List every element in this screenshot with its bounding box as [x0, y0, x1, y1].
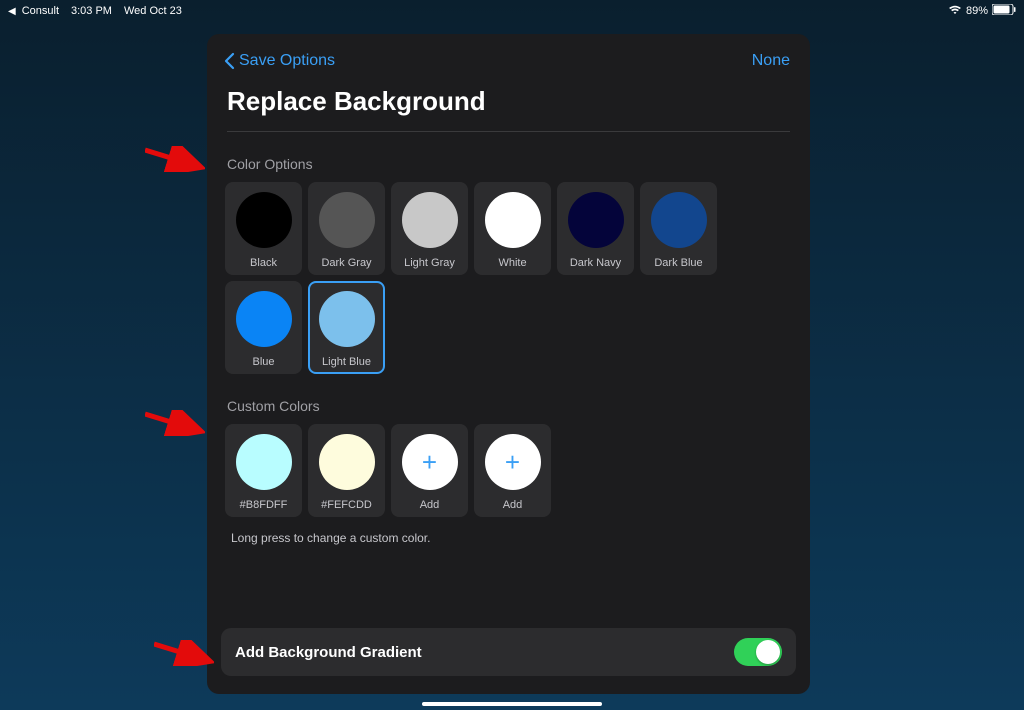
swatch-label: Add: [503, 499, 523, 511]
chevron-left-icon: [223, 52, 235, 70]
swatch-circle: [319, 192, 375, 248]
color-swatch-light-blue[interactable]: Light Blue: [308, 281, 385, 374]
swatch-circle: [236, 291, 292, 347]
swatch-label: Dark Blue: [654, 257, 702, 269]
color-swatch-white[interactable]: White: [474, 182, 551, 275]
plus-icon: +: [485, 434, 541, 490]
swatch-label: Dark Gray: [321, 257, 371, 269]
status-time: 3:03 PM: [71, 5, 112, 17]
swatch-circle: [568, 192, 624, 248]
swatch-label: Light Gray: [404, 257, 455, 269]
add-custom-color[interactable]: + Add: [391, 424, 468, 517]
status-battery-pct: 89%: [966, 5, 988, 17]
color-options-label: Color Options: [207, 132, 810, 182]
swatch-circle: [651, 192, 707, 248]
custom-swatch-0[interactable]: #B8FDFF: [225, 424, 302, 517]
back-caret-icon: ◀: [8, 6, 16, 17]
status-date: Wed Oct 23: [124, 5, 182, 17]
settings-panel: Save Options None Replace Background Col…: [207, 34, 810, 694]
gradient-toggle-switch[interactable]: [734, 638, 782, 666]
back-label: Save Options: [239, 52, 335, 70]
back-button[interactable]: Save Options: [223, 52, 335, 70]
home-indicator[interactable]: [422, 702, 602, 706]
swatch-label: Black: [250, 257, 277, 269]
color-swatch-dark-gray[interactable]: Dark Gray: [308, 182, 385, 275]
custom-colors-label: Custom Colors: [207, 374, 810, 424]
battery-icon: [992, 4, 1016, 18]
swatch-label: Dark Navy: [570, 257, 621, 269]
switch-knob: [756, 640, 780, 664]
color-swatch-light-gray[interactable]: Light Gray: [391, 182, 468, 275]
swatch-label: Add: [420, 499, 440, 511]
color-swatch-black[interactable]: Black: [225, 182, 302, 275]
add-custom-color[interactable]: + Add: [474, 424, 551, 517]
custom-hint: Long press to change a custom color.: [207, 517, 810, 545]
swatch-circle: [319, 434, 375, 490]
swatch-label: Light Blue: [322, 356, 371, 368]
swatch-circle: [319, 291, 375, 347]
swatch-circle: [485, 192, 541, 248]
gradient-toggle-row: Add Background Gradient: [221, 628, 796, 676]
swatch-label: Blue: [252, 356, 274, 368]
swatch-circle: [402, 192, 458, 248]
swatch-label: White: [498, 257, 526, 269]
swatch-label: #B8FDFF: [240, 499, 288, 511]
none-button[interactable]: None: [752, 52, 790, 70]
swatch-circle: [236, 192, 292, 248]
swatch-circle: [236, 434, 292, 490]
annotation-arrow-icon: [145, 146, 205, 172]
custom-swatch-1[interactable]: #FEFCDD: [308, 424, 385, 517]
annotation-arrow-icon: [154, 640, 214, 666]
color-options-grid: Black Dark Gray Light Gray White Dark Navy Da…: [207, 182, 810, 374]
color-swatch-dark-blue[interactable]: Dark Blue: [640, 182, 717, 275]
wifi-icon: [948, 5, 962, 18]
status-bar: ◀ Consult 3:03 PM Wed Oct 23 89%: [0, 0, 1024, 22]
swatch-label: #FEFCDD: [321, 499, 372, 511]
panel-header: Save Options None: [207, 34, 810, 80]
plus-icon: +: [402, 434, 458, 490]
color-swatch-dark-navy[interactable]: Dark Navy: [557, 182, 634, 275]
status-app-name: Consult: [22, 5, 59, 17]
page-title: Replace Background: [207, 80, 810, 131]
annotation-arrow-icon: [145, 410, 205, 436]
gradient-toggle-label: Add Background Gradient: [235, 644, 422, 661]
custom-colors-grid: #B8FDFF #FEFCDD + Add + Add: [207, 424, 810, 517]
color-swatch-blue[interactable]: Blue: [225, 281, 302, 374]
